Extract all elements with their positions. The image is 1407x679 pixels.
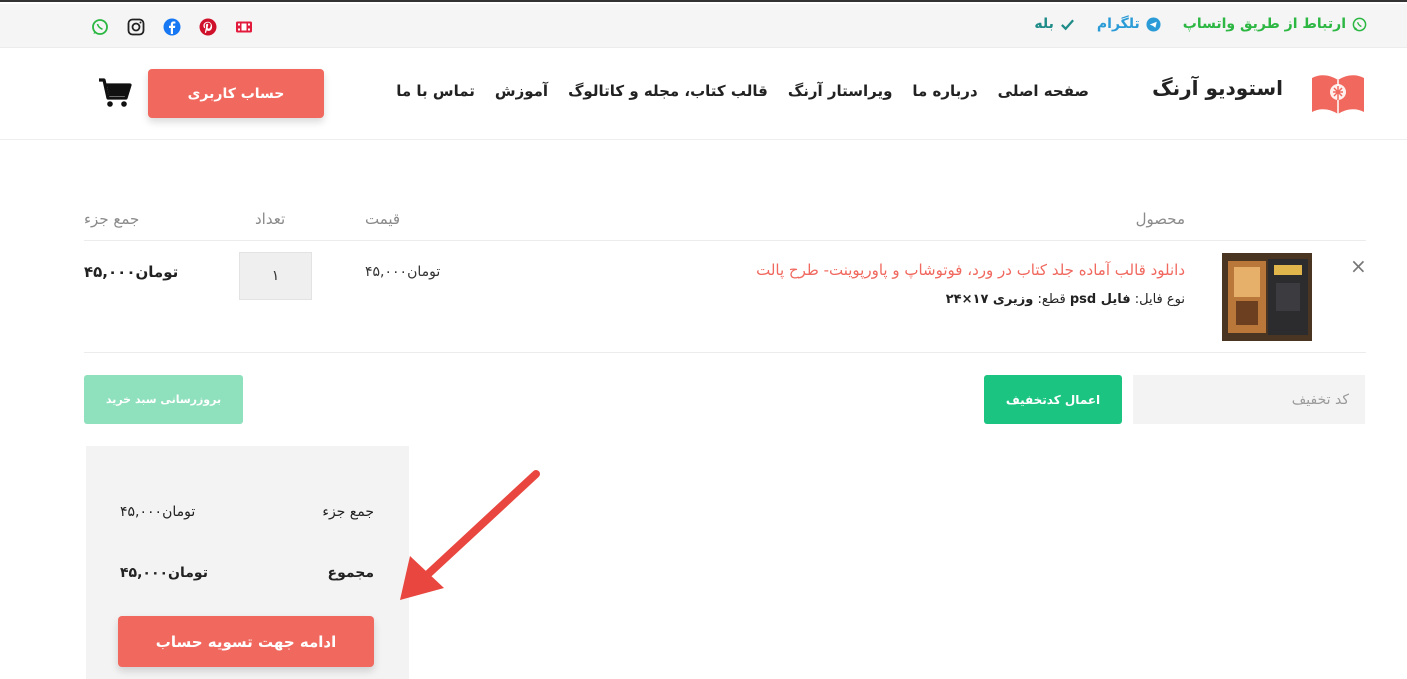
totals-subtotal-label: جمع جزء [322, 504, 374, 520]
remove-item-button[interactable]: × [1350, 256, 1367, 276]
social-icons [90, 17, 254, 37]
header-divider [84, 240, 1366, 241]
yes-link[interactable]: بله [1034, 16, 1074, 32]
menu-item-tutorials[interactable]: آموزش [495, 82, 548, 100]
apply-coupon-button[interactable]: اعمال کدتخفیف [984, 375, 1122, 424]
header-quantity: تعداد [255, 210, 286, 228]
cart-icon[interactable] [98, 78, 132, 108]
instagram-icon[interactable] [126, 17, 146, 37]
product-thumbnail[interactable] [1222, 253, 1312, 341]
annotation-arrow-icon [400, 470, 540, 600]
product-title-link[interactable]: دانلود قالب آماده جلد کتاب در ورد، فوتوش… [756, 261, 1185, 279]
size-label: قطع: [1037, 292, 1066, 307]
file-type-value: فایل psd [1069, 292, 1131, 307]
menu-item-contact[interactable]: تماس با ما [396, 82, 475, 100]
main-menu: صفحه اصلی درباره ما ویراستار آرنگ قالب ک… [396, 82, 1089, 100]
menu-item-editor[interactable]: ویراستار آرنگ [788, 82, 893, 100]
yes-label: بله [1034, 16, 1054, 32]
totals-total-value: ۴۵,۰۰۰تومان [120, 565, 208, 581]
telegram-icon [1146, 16, 1161, 32]
menu-item-templates[interactable]: قالب کتاب، مجله و کاتالوگ [568, 82, 768, 100]
menu-item-about[interactable]: درباره ما [912, 82, 977, 100]
header-product: محصول [1135, 210, 1185, 228]
site-title[interactable]: استودیو آرنگ [1152, 76, 1283, 100]
telegram-label: تلگرام [1096, 16, 1140, 32]
header-subtotal: جمع جزء [84, 210, 140, 228]
contact-links: ارتباط از طریق واتساپ تلگرام بله [1034, 16, 1367, 32]
checkout-button[interactable]: ادامه جهت تسویه حساب [118, 616, 374, 667]
top-bar: ارتباط از طریق واتساپ تلگرام بله [0, 4, 1407, 48]
check-icon [1060, 19, 1074, 30]
size-value: وزیری ۱۷×۲۴ [945, 292, 1034, 307]
totals-total-label: مجموع [327, 565, 374, 581]
book-logo-icon[interactable] [1311, 68, 1365, 116]
file-type-label: نوع فایل: [1134, 292, 1185, 307]
quantity-input[interactable] [239, 252, 312, 300]
row-divider [84, 352, 1366, 353]
coupon-code-input[interactable] [1133, 375, 1365, 424]
totals-subtotal-value: ۴۵,۰۰۰تومان [120, 504, 196, 520]
update-cart-button[interactable]: بروزرسانی سبد خرید [84, 375, 243, 424]
main-header: استودیو آرنگ صفحه اصلی درباره ما ویراستا… [0, 48, 1407, 140]
whatsapp-contact-link[interactable]: ارتباط از طریق واتساپ [1183, 16, 1367, 32]
whatsapp-contact-label: ارتباط از طریق واتساپ [1182, 16, 1346, 32]
whatsapp-icon [1352, 17, 1367, 31]
cart-totals: جمع جزء ۴۵,۰۰۰تومان مجموع ۴۵,۰۰۰تومان اد… [86, 446, 409, 679]
item-subtotal: ۴۵,۰۰۰تومان [84, 263, 179, 281]
telegram-link[interactable]: تلگرام [1097, 16, 1161, 32]
header-price: قیمت [365, 210, 401, 228]
facebook-icon[interactable] [162, 17, 182, 37]
aparat-icon[interactable] [234, 17, 254, 37]
product-meta: نوع فایل: فایل psd قطع: وزیری ۱۷×۲۴ [946, 292, 1185, 307]
pinterest-icon[interactable] [198, 17, 218, 37]
whatsapp-icon[interactable] [90, 17, 110, 37]
menu-item-home[interactable]: صفحه اصلی [998, 82, 1089, 100]
item-price: ۴۵,۰۰۰تومان [365, 264, 441, 280]
account-button[interactable]: حساب کاربری [148, 69, 324, 118]
